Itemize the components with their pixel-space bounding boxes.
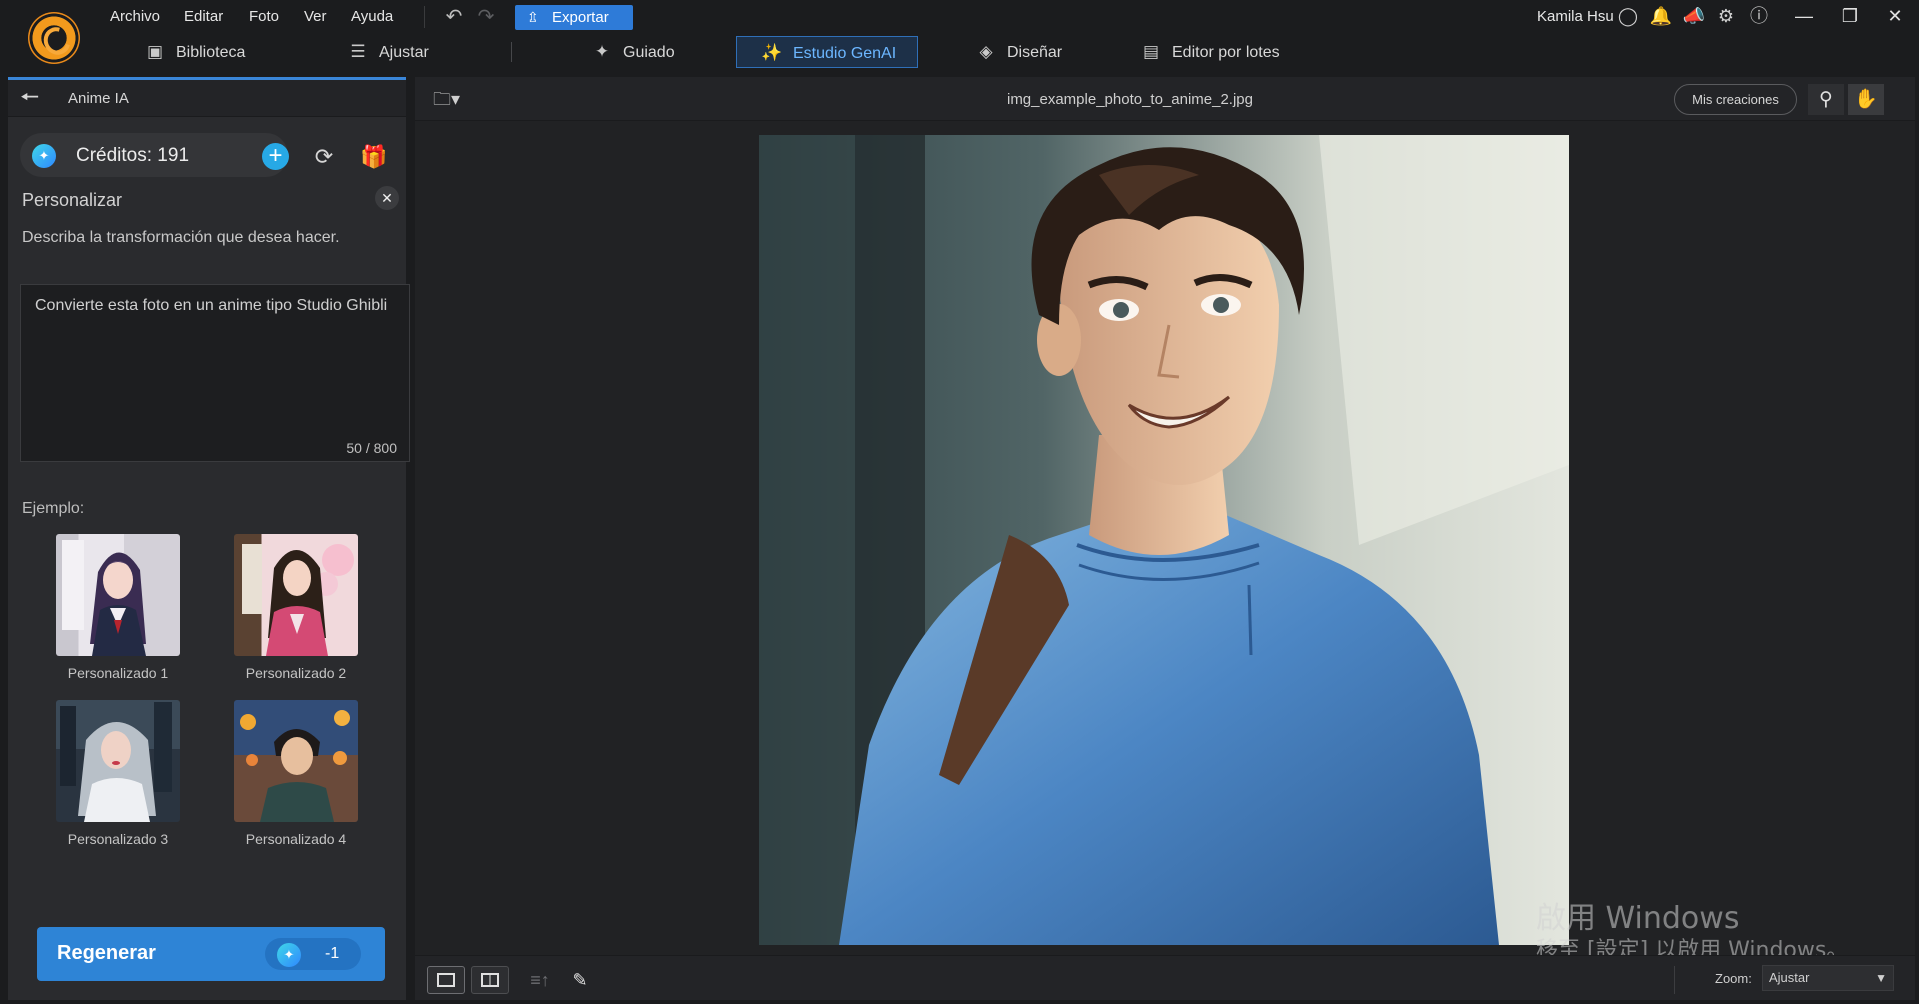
zoom-label: Zoom: [1715, 971, 1752, 986]
tab-disenar[interactable]: ◈ Diseñar [975, 36, 1062, 68]
tab-ajustar[interactable]: ☰ Ajustar [347, 36, 429, 68]
tab-label: Editor por lotes [1172, 44, 1280, 61]
my-creations-button[interactable]: Mis creaciones [1674, 84, 1797, 115]
compare-view-icon [481, 973, 499, 987]
minimize-window-icon[interactable]: — [1789, 2, 1819, 30]
single-view-button[interactable] [427, 966, 465, 994]
panel-header: 🠔 Anime IA [8, 80, 406, 117]
edit-pen-icon[interactable]: ✎ [565, 966, 595, 994]
tab-estudio-genai[interactable]: ✨ Estudio GenAI [736, 36, 918, 68]
gift-icon[interactable]: 🎁 [359, 142, 389, 172]
close-icon[interactable]: ✕ [375, 186, 399, 210]
example-thumbnail [234, 700, 358, 822]
footer-divider [1674, 966, 1675, 994]
example-custom-2[interactable]: Personalizado 2 [234, 534, 358, 681]
menu-editar[interactable]: Editar [184, 8, 223, 25]
credits-box: ✦ Créditos: 191 + [20, 133, 289, 177]
windows-activation-title: 啟用 Windows [1536, 901, 1740, 936]
example-label: Personalizado 1 [67, 665, 169, 681]
example-label: Personalizado 2 [245, 665, 347, 681]
tab-guiado[interactable]: ✦ Guiado [591, 36, 675, 68]
promo-megaphone-icon[interactable]: 📣 [1682, 4, 1706, 28]
customize-description: Describa la transformación que desea hac… [22, 229, 340, 246]
zoom-value: Ajustar [1769, 970, 1810, 985]
prompt-text: Convierte esta foto en un anime tipo Stu… [35, 297, 388, 314]
hand-pan-icon[interactable]: ✋ [1848, 84, 1884, 115]
example-custom-1[interactable]: Personalizado 1 [56, 534, 180, 681]
tab-label: Biblioteca [176, 44, 246, 61]
example-thumbnail [56, 700, 180, 822]
credit-gem-icon: ✦ [32, 144, 56, 168]
chevron-down-icon: ▼ [1875, 971, 1887, 985]
magic-wand-icon: ✦ [594, 42, 610, 61]
image-viewer: 🗀▾ img_example_photo_to_anime_2.jpg Mis … [415, 77, 1915, 1000]
magnifier-icon[interactable]: ⚲ [1808, 84, 1844, 115]
restore-window-icon[interactable]: ❐ [1835, 2, 1865, 30]
regenerate-cost: -1 [325, 945, 340, 962]
tab-label: Estudio GenAI [793, 45, 897, 62]
refresh-icon[interactable]: ⟳ [309, 142, 339, 172]
sparkles-icon: ✨ [761, 43, 783, 62]
settings-gear-icon[interactable]: ⚙ [1714, 4, 1738, 28]
char-counter: 50 / 800 [346, 440, 397, 456]
regenerate-label: Regenerar [57, 942, 156, 964]
batch-images-icon: ▤ [1142, 42, 1160, 61]
back-arrow-icon[interactable]: 🠔 [20, 85, 48, 111]
compare-view-button[interactable] [471, 966, 509, 994]
layers-icon: ◈ [979, 42, 993, 61]
zoom-select[interactable]: Ajustar ▼ [1762, 965, 1894, 991]
undo-icon[interactable]: ↶ [441, 5, 467, 29]
notification-bell-icon[interactable]: 🔔 [1649, 4, 1673, 28]
upload-icon: ⇫ [527, 9, 539, 25]
example-thumbnail [56, 534, 180, 656]
sliders-icon: ☰ [350, 42, 366, 61]
tab-label: Ajustar [379, 44, 429, 61]
example-label: Personalizado 3 [67, 831, 169, 847]
regenerate-button[interactable]: Regenerar ✦ -1 [37, 927, 385, 981]
single-view-icon [437, 973, 455, 987]
library-icon: ▣ [146, 42, 164, 61]
anime-ai-panel: 🠔 Anime IA ✦ Créditos: 191 + ⟳ 🎁 Persona… [8, 77, 410, 1000]
result-image[interactable] [759, 135, 1569, 945]
menu-ayuda[interactable]: Ayuda [351, 8, 393, 25]
app-logo [28, 12, 80, 64]
viewer-header: 🗀▾ img_example_photo_to_anime_2.jpg Mis … [415, 77, 1915, 121]
example-label: Personalizado 4 [245, 831, 347, 847]
help-icon[interactable]: ⓘ [1747, 4, 1771, 28]
close-window-icon[interactable]: ✕ [1880, 2, 1910, 30]
export-label: Exportar [552, 9, 609, 26]
menu-divider [424, 6, 425, 28]
export-button[interactable]: ⇫ Exportar [515, 5, 633, 30]
example-thumbnail [234, 534, 358, 656]
align-tool-icon[interactable]: ≡↑ [525, 966, 555, 994]
credit-gem-icon: ✦ [277, 943, 301, 967]
customize-title: Personalizar [22, 190, 123, 210]
tab-divider [511, 42, 512, 62]
panel-title: Anime IA [68, 90, 129, 107]
examples-label: Ejemplo: [22, 500, 85, 517]
add-credits-button[interactable]: + [262, 143, 289, 170]
credits-label: Créditos: 191 [76, 145, 190, 166]
menu-foto[interactable]: Foto [249, 8, 279, 25]
menu-archivo[interactable]: Archivo [110, 8, 160, 25]
prompt-input[interactable]: Convierte esta foto en un anime tipo Stu… [20, 284, 410, 462]
account-icon[interactable]: ◯ [1616, 4, 1640, 28]
viewer-footer: ≡↑ ✎ Zoom: Ajustar ▼ [415, 955, 1915, 1000]
example-custom-3[interactable]: Personalizado 3 [56, 700, 180, 847]
tab-editor-por-lotes[interactable]: ▤ Editor por lotes [1140, 36, 1280, 68]
tab-label: Diseñar [1007, 44, 1063, 61]
menu-ver[interactable]: Ver [304, 8, 327, 25]
user-name[interactable]: Kamila Hsu [1537, 8, 1614, 25]
example-custom-4[interactable]: Personalizado 4 [234, 700, 358, 847]
tab-label: Guiado [623, 44, 675, 61]
tab-biblioteca[interactable]: ▣ Biblioteca [144, 36, 245, 68]
redo-icon[interactable]: ↷ [473, 5, 499, 29]
regenerate-cost-badge: ✦ -1 [265, 938, 361, 970]
